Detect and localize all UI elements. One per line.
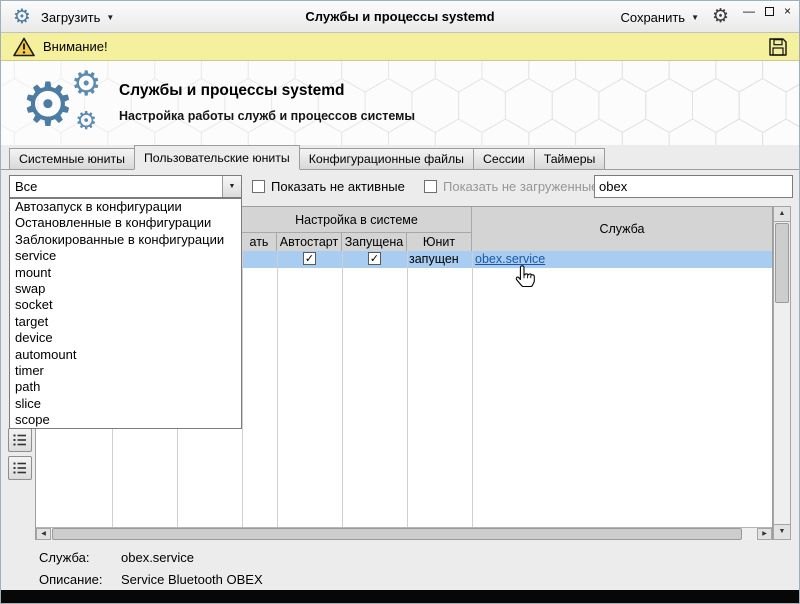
column-header-unit[interactable]: Юнит bbox=[407, 233, 472, 251]
tab-config-files[interactable]: Конфигурационные файлы bbox=[298, 148, 474, 170]
checkbox-label: Показать не загруженные bbox=[443, 179, 599, 194]
page-title: Службы и процессы systemd bbox=[119, 82, 345, 99]
dropdown-item[interactable]: path bbox=[10, 379, 241, 395]
close-button[interactable]: × bbox=[784, 5, 791, 17]
tab-timers[interactable]: Таймеры bbox=[533, 148, 606, 170]
dropdown-item[interactable]: target bbox=[10, 314, 241, 330]
load-button-label: Загрузить bbox=[41, 9, 101, 25]
dropdown-item[interactable]: socket bbox=[10, 297, 241, 313]
warning-text: Внимание! bbox=[43, 39, 108, 54]
search-input[interactable] bbox=[594, 175, 793, 198]
save-button-label: Сохранить bbox=[620, 9, 686, 25]
group-header-system: Настройка в системе bbox=[242, 207, 472, 233]
grid-line bbox=[242, 251, 243, 527]
minimize-button[interactable]: — bbox=[743, 5, 755, 17]
window-controls: — × bbox=[743, 5, 791, 17]
app-gear-icon: ⚙ bbox=[13, 6, 31, 28]
column-header-running[interactable]: Запущена bbox=[342, 233, 407, 251]
combobox-value: Все bbox=[15, 179, 38, 194]
scroll-right-button[interactable]: ▶ bbox=[757, 528, 772, 540]
dropdown-item[interactable]: automount bbox=[10, 347, 241, 363]
warning-bar: Внимание! bbox=[1, 33, 799, 61]
checkbox-box[interactable] bbox=[252, 180, 265, 193]
hexagon-pattern bbox=[1, 61, 799, 145]
dropdown-item[interactable]: Заблокированные в конфигурации bbox=[10, 232, 241, 248]
column-header-service[interactable]: Служба bbox=[472, 207, 772, 251]
grid-line bbox=[277, 251, 278, 527]
scroll-down-button[interactable]: ▼ bbox=[774, 524, 790, 539]
horizontal-scrollbar: ◀ ▶ bbox=[36, 527, 772, 540]
checkbox-label: Показать не активные bbox=[271, 179, 405, 194]
app-banner: ⚙ ⚙ ⚙ Службы и процессы systemd Настройк… bbox=[1, 61, 799, 145]
save-file-button[interactable] bbox=[767, 36, 789, 63]
bottom-bar bbox=[1, 590, 799, 603]
grid-line bbox=[472, 251, 473, 527]
app-window: ⚙ Загрузить ▼ Службы и процессы systemd … bbox=[0, 0, 800, 604]
checkbox-box[interactable] bbox=[424, 180, 437, 193]
settings-gear-button[interactable]: ⚙ bbox=[712, 7, 729, 27]
dropdown-item[interactable]: service bbox=[10, 248, 241, 264]
show-unloaded-checkbox[interactable]: Показать не загруженные bbox=[424, 175, 598, 198]
tab-system-units[interactable]: Системные юниты bbox=[9, 148, 135, 170]
dropdown-item[interactable]: timer bbox=[10, 363, 241, 379]
title-bar: ⚙ Загрузить ▼ Службы и процессы systemd … bbox=[1, 1, 799, 33]
details-panel: Служба: obex.service Описание: Service B… bbox=[1, 546, 799, 590]
autostart-checkbox[interactable]: ✓ bbox=[303, 252, 316, 265]
unit-state-cell: запущен bbox=[409, 252, 459, 266]
dropdown-item[interactable]: Автозапуск в конфигурации bbox=[10, 199, 241, 215]
check-icon: ✓ bbox=[304, 253, 315, 265]
chevron-down-icon: ▼ bbox=[691, 12, 699, 22]
tab-sessions[interactable]: Сессии bbox=[472, 148, 535, 170]
gears-icon: ⚙ bbox=[71, 65, 102, 103]
chevron-down-icon: ▼ bbox=[106, 12, 115, 22]
list-icon bbox=[13, 462, 26, 474]
scroll-up-button[interactable]: ▲ bbox=[774, 207, 790, 222]
dropdown-item[interactable]: slice bbox=[10, 396, 241, 412]
grid-line bbox=[342, 251, 343, 527]
load-button[interactable]: Загрузить ▼ bbox=[41, 1, 114, 33]
scroll-left-button[interactable]: ◀ bbox=[36, 528, 51, 540]
vertical-scrollbar: ▲ ▼ bbox=[773, 206, 791, 540]
dropdown-item[interactable]: scope bbox=[10, 412, 241, 428]
list-view-button[interactable] bbox=[8, 428, 32, 452]
gears-icon: ⚙ bbox=[75, 107, 98, 135]
service-value: obex.service bbox=[121, 550, 194, 565]
save-button[interactable]: Сохранить ▼ bbox=[620, 1, 699, 33]
unit-type-combobox[interactable]: Все ▼ bbox=[9, 175, 242, 198]
grid-line bbox=[407, 251, 408, 527]
combobox-arrow-button[interactable]: ▼ bbox=[222, 176, 241, 197]
description-label: Описание: bbox=[39, 572, 103, 587]
description-value: Service Bluetooth OBEX bbox=[121, 572, 263, 587]
journal-list-button[interactable] bbox=[8, 456, 32, 480]
check-icon: ✓ bbox=[369, 253, 380, 265]
unit-type-dropdown-list: Автозапуск в конфигурации Остановленные … bbox=[9, 198, 242, 430]
dropdown-item[interactable]: device bbox=[10, 330, 241, 346]
tab-content: Все ▼ Показать не активные Показать не з… bbox=[1, 169, 799, 546]
show-inactive-checkbox[interactable]: Показать не активные bbox=[252, 175, 405, 198]
dropdown-item[interactable]: mount bbox=[10, 265, 241, 281]
service-label: Служба: bbox=[39, 550, 90, 565]
column-header-partial[interactable]: ать bbox=[242, 233, 277, 251]
dropdown-item[interactable]: Остановленные в конфигурации bbox=[10, 215, 241, 231]
vertical-scroll-thumb[interactable] bbox=[775, 223, 789, 303]
tab-bar: Системные юниты Пользовательские юниты К… bbox=[1, 145, 799, 170]
hand-cursor-icon bbox=[513, 264, 537, 295]
list-icon bbox=[13, 434, 26, 446]
chevron-down-icon: ▼ bbox=[228, 183, 236, 190]
horizontal-scroll-thumb[interactable] bbox=[52, 528, 742, 540]
dropdown-item[interactable]: swap bbox=[10, 281, 241, 297]
warning-triangle-icon bbox=[13, 37, 35, 62]
page-subtitle: Настройка работы служб и процессов систе… bbox=[119, 109, 416, 123]
gears-icon: ⚙ bbox=[21, 71, 75, 138]
column-header-autostart[interactable]: Автостарт bbox=[277, 233, 342, 251]
maximize-button[interactable] bbox=[764, 6, 774, 16]
tab-user-units[interactable]: Пользовательские юниты bbox=[133, 145, 300, 170]
running-checkbox[interactable]: ✓ bbox=[368, 252, 381, 265]
